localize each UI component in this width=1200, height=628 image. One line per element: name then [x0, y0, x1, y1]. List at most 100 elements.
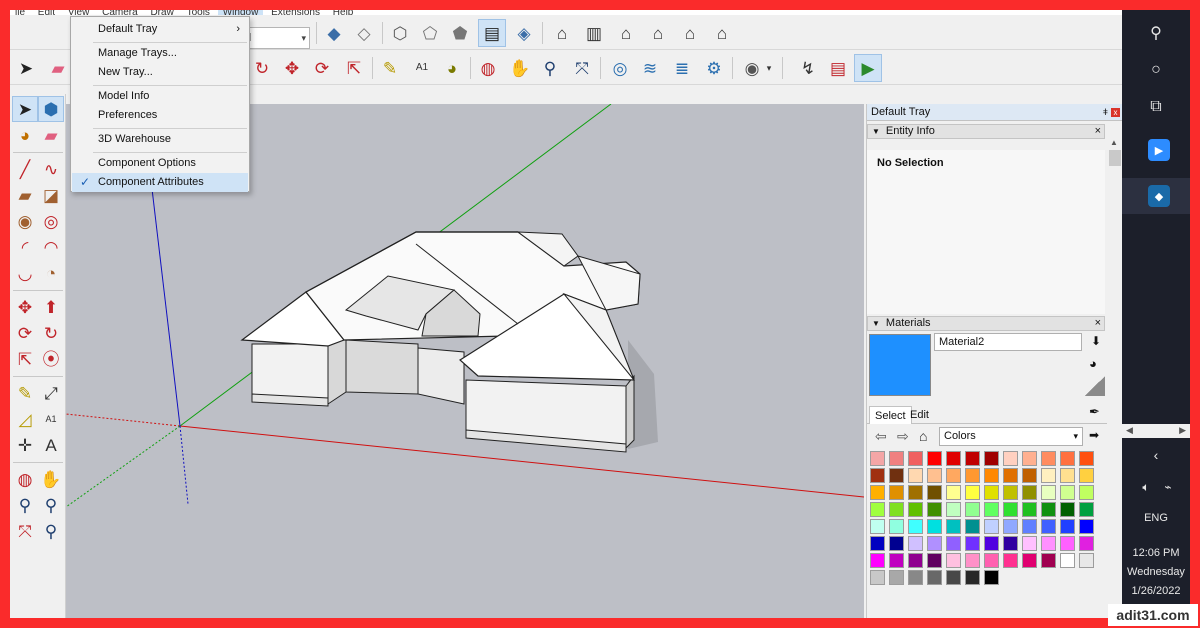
shaded-textures-style-icon[interactable]: ▤ — [478, 19, 506, 47]
color-swatch[interactable] — [889, 570, 904, 585]
make-component-icon[interactable]: ⬢ — [38, 96, 64, 122]
color-swatch[interactable] — [946, 485, 961, 500]
tape-measure-tool-icon[interactable]: ✎ — [376, 54, 404, 82]
arc-tool-icon[interactable]: ◜ — [12, 234, 38, 260]
zoom-icon[interactable]: ⚲ — [12, 492, 38, 518]
zoom-extents-icon[interactable]: ⤧ — [12, 518, 38, 544]
home-icon[interactable]: ⌂ — [919, 428, 927, 444]
color-swatch[interactable] — [1060, 468, 1075, 483]
color-swatch[interactable] — [1079, 553, 1094, 568]
chevron-down-icon[interactable]: ▾ — [762, 54, 776, 82]
color-swatch[interactable] — [1003, 451, 1018, 466]
top-view-icon[interactable]: ▥ — [580, 19, 608, 47]
color-swatch[interactable] — [908, 451, 923, 466]
color-swatch[interactable] — [927, 519, 942, 534]
color-swatch[interactable] — [1003, 553, 1018, 568]
color-swatch[interactable] — [908, 553, 923, 568]
color-swatch[interactable] — [1060, 536, 1075, 551]
task-view-icon[interactable]: ⧉ — [1122, 92, 1190, 122]
three-point-arc-icon[interactable]: ◡ — [12, 260, 38, 286]
color-swatch[interactable] — [889, 553, 904, 568]
color-swatch[interactable] — [984, 468, 999, 483]
menu-item-component-options[interactable]: Component Options — [72, 154, 248, 173]
color-swatch[interactable] — [927, 451, 942, 466]
color-swatch[interactable] — [1079, 519, 1094, 534]
tray-scrollbar[interactable]: ▲ — [1107, 136, 1122, 324]
color-swatch[interactable] — [946, 451, 961, 466]
color-swatch[interactable] — [1079, 502, 1094, 517]
network-icon[interactable]: ⌁ — [1134, 472, 1200, 502]
menu-camera[interactable]: Camera — [97, 10, 143, 15]
entity-info-header[interactable]: ▼ Entity Info × — [867, 124, 1105, 139]
color-swatch[interactable] — [1079, 451, 1094, 466]
select-tool-icon[interactable]: ➤ — [12, 96, 38, 122]
color-swatch[interactable] — [946, 502, 961, 517]
share-component-icon[interactable]: ≣ — [668, 54, 696, 82]
color-swatch[interactable] — [984, 502, 999, 517]
paint-bucket-icon[interactable]: ◕ — [12, 122, 38, 148]
menu-item-preferences[interactable]: Preferences — [72, 106, 248, 125]
color-swatch[interactable] — [908, 519, 923, 534]
back-arrow-icon[interactable]: ⇦ — [875, 428, 887, 445]
menu-item-manage-trays[interactable]: Manage Trays... — [72, 44, 248, 63]
color-swatch[interactable] — [965, 536, 980, 551]
color-swatch[interactable] — [870, 570, 885, 585]
sample-paint-icon[interactable] — [1085, 376, 1105, 396]
color-swatch[interactable] — [1022, 519, 1037, 534]
color-swatch[interactable] — [965, 502, 980, 517]
left-view-icon[interactable]: ⌂ — [708, 19, 736, 47]
menu-item-component-attributes[interactable]: ✓ Component Attributes — [72, 173, 248, 192]
zoom-extents-tool-icon[interactable]: ⤧ — [568, 54, 596, 82]
color-swatch[interactable] — [908, 570, 923, 585]
generate-report-icon[interactable]: ▤ — [824, 54, 852, 82]
color-swatch[interactable] — [1041, 502, 1056, 517]
scale-tool-icon[interactable]: ⇱ — [12, 346, 38, 372]
color-swatch[interactable] — [984, 485, 999, 500]
color-swatch[interactable] — [1022, 485, 1037, 500]
color-swatch[interactable] — [889, 485, 904, 500]
color-swatch[interactable] — [1022, 553, 1037, 568]
rectangle-tool-icon[interactable]: ▰ — [12, 182, 38, 208]
color-swatch[interactable] — [1022, 536, 1037, 551]
rotated-rectangle-icon[interactable]: ◪ — [38, 182, 64, 208]
menu-file[interactable]: ile — [10, 10, 30, 15]
color-swatch[interactable] — [870, 451, 885, 466]
paint-bucket-tool-icon[interactable]: ◕ — [438, 54, 466, 82]
color-swatch[interactable] — [965, 451, 980, 466]
menu-item-new-tray[interactable]: New Tray... — [72, 63, 248, 82]
color-swatch[interactable] — [1041, 553, 1056, 568]
forward-arrow-icon[interactable]: ⇨ — [897, 428, 909, 445]
tab-edit[interactable]: Edit — [905, 406, 934, 424]
chevron-up-icon[interactable]: ‹ — [1122, 440, 1190, 470]
materials-header[interactable]: ▼ Materials × — [867, 316, 1105, 331]
color-swatch[interactable] — [984, 536, 999, 551]
color-swatch[interactable] — [927, 468, 942, 483]
zoom-window-icon[interactable]: ⚲ — [38, 492, 64, 518]
clock-time[interactable]: 12:06 PM — [1122, 547, 1190, 559]
color-swatch[interactable] — [870, 519, 885, 534]
color-swatch[interactable] — [965, 570, 980, 585]
color-swatch[interactable] — [1079, 485, 1094, 500]
color-swatch[interactable] — [1003, 502, 1018, 517]
pin-icon[interactable]: ǂ — [1103, 104, 1108, 121]
color-swatch[interactable] — [1041, 451, 1056, 466]
scroll-thumb[interactable] — [1109, 150, 1121, 166]
color-swatch[interactable] — [1041, 519, 1056, 534]
color-swatch[interactable] — [946, 553, 961, 568]
material-save-icon[interactable]: ⬇ — [1091, 334, 1101, 348]
menu-tools[interactable]: Tools — [182, 10, 215, 15]
color-swatch[interactable] — [965, 519, 980, 534]
color-swatch[interactable] — [946, 570, 961, 585]
hidden-line-style-icon[interactable]: ⬠ — [416, 19, 444, 47]
color-swatch[interactable] — [870, 485, 885, 500]
color-swatch[interactable] — [927, 485, 942, 500]
search-icon[interactable]: ⚲ — [1122, 18, 1190, 48]
color-swatch[interactable] — [908, 536, 923, 551]
cortana-icon[interactable]: ○ — [1122, 55, 1190, 85]
close-icon[interactable]: x — [1111, 108, 1120, 117]
color-swatch[interactable] — [1060, 502, 1075, 517]
close-icon[interactable]: × — [1095, 125, 1101, 138]
color-swatch[interactable] — [927, 536, 942, 551]
tape-measure-icon[interactable]: ✎ — [12, 380, 38, 406]
warehouse-icon[interactable]: ◎ — [606, 54, 634, 82]
